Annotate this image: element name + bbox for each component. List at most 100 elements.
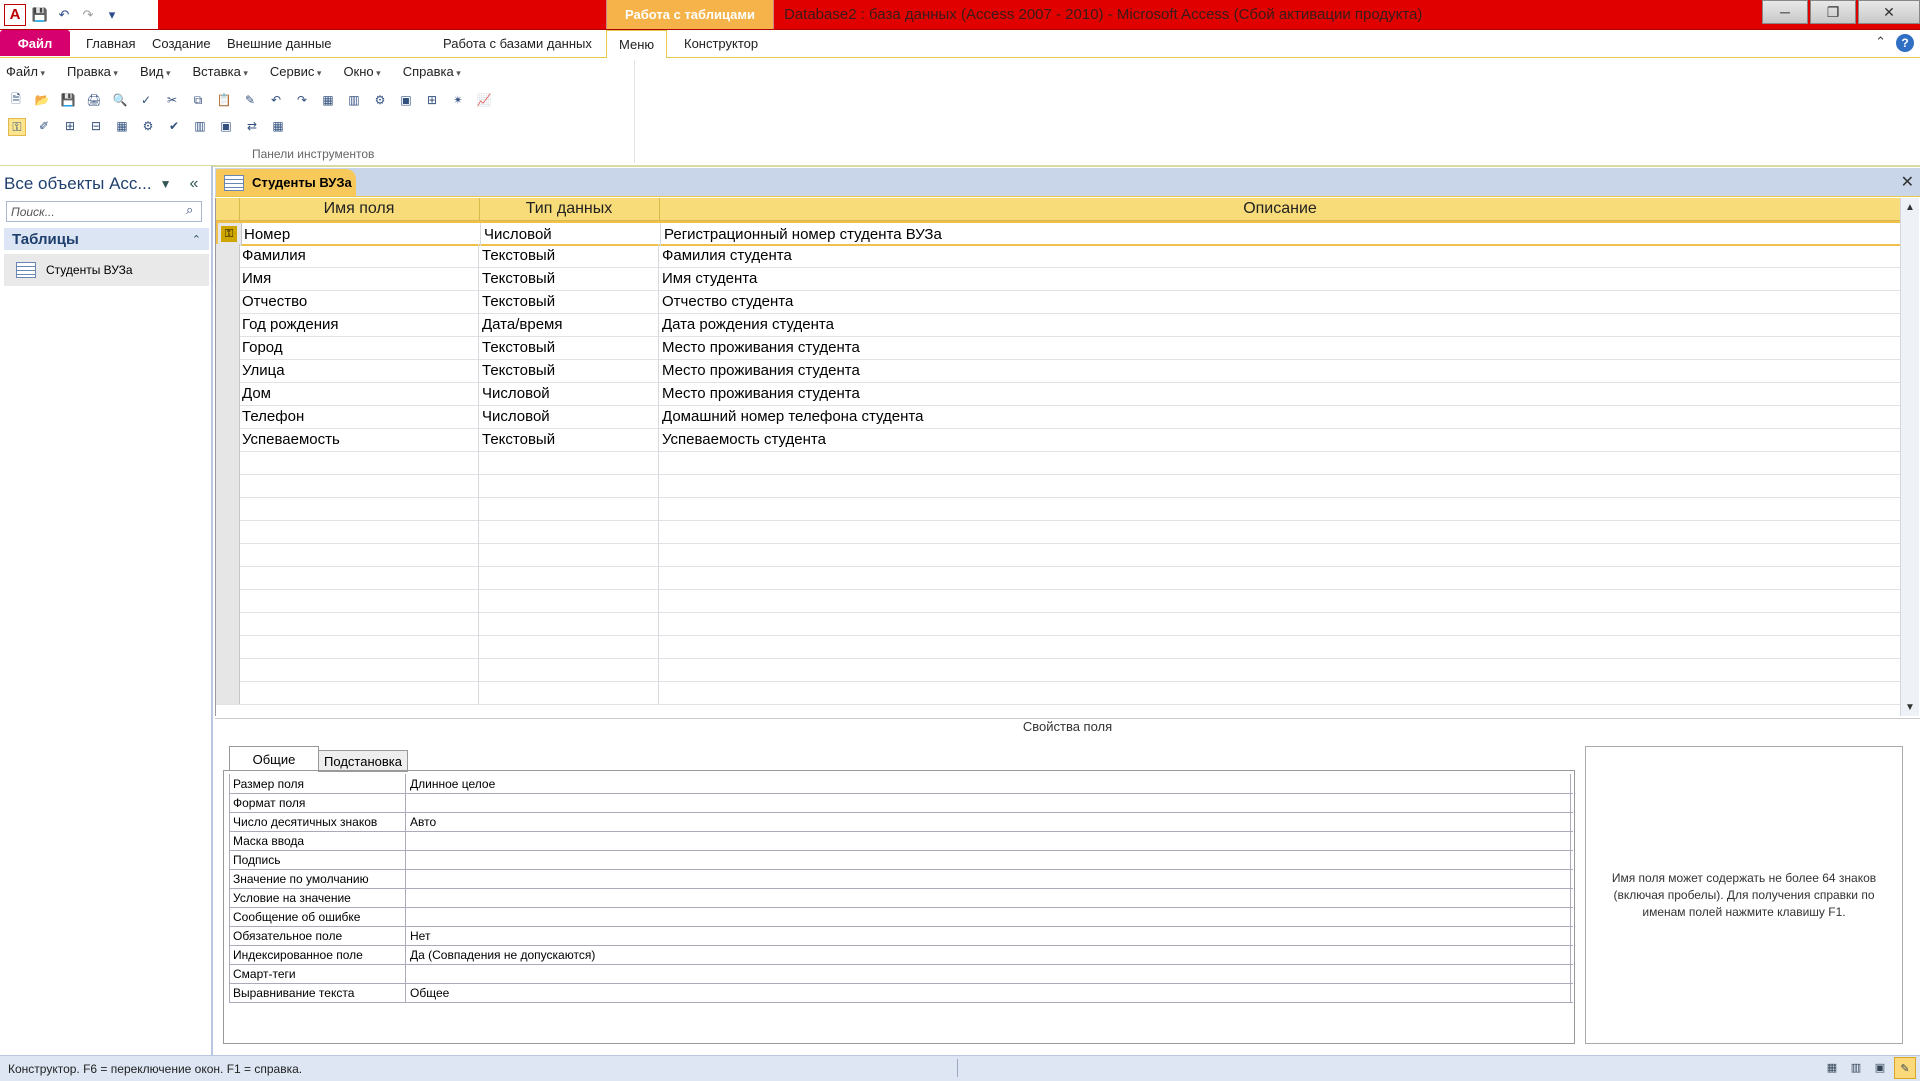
property-value[interactable] [407, 869, 1571, 888]
undo-icon[interactable]: ↶ [268, 92, 284, 108]
nav-group-tables[interactable]: Таблицы ⌃ [4, 228, 209, 250]
cell-description[interactable] [659, 566, 1901, 589]
office-links-icon[interactable]: ▦ [320, 92, 336, 108]
copy-icon[interactable]: ⧉ [190, 92, 206, 108]
cell-field-name[interactable] [239, 658, 479, 681]
cell-description[interactable] [659, 451, 1901, 474]
row-selector[interactable] [216, 382, 240, 405]
relationships-icon[interactable]: ⊞ [424, 92, 440, 108]
collapse-ribbon-icon[interactable]: ⌃ [1875, 34, 1886, 52]
cell-data-type[interactable]: Числовой [481, 223, 661, 246]
cell-description[interactable] [659, 589, 1901, 612]
cell-data-type[interactable] [479, 474, 659, 497]
property-row[interactable]: Подпись [229, 850, 1573, 870]
menu-tools[interactable]: Сервис [270, 64, 322, 79]
scroll-up-icon[interactable]: ▲ [1901, 198, 1919, 216]
access-logo-icon[interactable]: A [4, 3, 26, 26]
cell-field-name[interactable]: Успеваемость [239, 428, 479, 451]
cell-data-type[interactable] [479, 635, 659, 658]
cell-field-name[interactable]: Город [239, 336, 479, 359]
document-tab[interactable]: Студенты ВУЗа [216, 169, 356, 196]
cell-data-type[interactable] [479, 451, 659, 474]
pivot-chart-view-icon[interactable]: ▣ [1870, 1057, 1890, 1077]
row-selector[interactable] [216, 681, 240, 704]
cell-field-name[interactable]: Имя [239, 267, 479, 290]
datasheet-view-icon[interactable]: ▦ [1822, 1057, 1842, 1077]
cell-description[interactable]: Отчество студента [659, 290, 1901, 313]
cell-data-type[interactable] [479, 497, 659, 520]
row-selector[interactable] [216, 313, 240, 336]
cell-description[interactable] [659, 635, 1901, 658]
table-row[interactable]: Город Текстовый Место проживания студента [216, 336, 1901, 360]
properties-icon[interactable]: ▣ [398, 92, 414, 108]
vertical-scrollbar[interactable]: ▲ ▼ [1900, 198, 1919, 716]
lookup-icon[interactable]: ▦ [114, 118, 130, 134]
cell-description[interactable] [659, 497, 1901, 520]
row-selector[interactable] [216, 589, 240, 612]
nav-header[interactable]: Все объекты Acc... ▼ « [4, 170, 209, 198]
property-row[interactable]: Обязательное поле Нет [229, 926, 1573, 946]
nav-title[interactable]: Все объекты Acc... [4, 174, 152, 194]
cell-description[interactable] [659, 474, 1901, 497]
customize-qat-icon[interactable]: ▾ [102, 5, 122, 25]
property-row[interactable]: Условие на значение [229, 888, 1573, 908]
spelling-icon[interactable]: ✓ [138, 92, 154, 108]
property-value[interactable] [407, 850, 1571, 869]
maximize-button[interactable]: ❐ [1810, 0, 1856, 24]
cell-data-type[interactable] [479, 589, 659, 612]
cell-description[interactable] [659, 658, 1901, 681]
header-description[interactable]: Описание [659, 198, 1901, 220]
property-row[interactable]: Размер поля Длинное целое [229, 774, 1573, 794]
insert-rows-icon[interactable]: ⊞ [62, 118, 78, 134]
table-row[interactable] [216, 658, 1901, 682]
cell-description[interactable]: Дата рождения студента [659, 313, 1901, 336]
cell-data-type[interactable] [479, 658, 659, 681]
table-row[interactable] [216, 520, 1901, 544]
cell-field-name[interactable] [239, 520, 479, 543]
cell-description[interactable]: Место проживания студента [659, 336, 1901, 359]
row-selector[interactable] [216, 612, 240, 635]
table-row[interactable]: Дом Числовой Место проживания студента [216, 382, 1901, 406]
cell-field-name[interactable] [239, 681, 479, 704]
cell-field-name[interactable]: Номер [241, 223, 481, 246]
menu-edit[interactable]: Правка [67, 64, 118, 79]
indexes-icon[interactable]: ⚙ [140, 118, 156, 134]
table-row[interactable] [216, 635, 1901, 659]
pivot-table-view-icon[interactable]: ▥ [1846, 1057, 1866, 1077]
cell-data-type[interactable]: Текстовый [479, 359, 659, 382]
cell-description[interactable]: Место проживания студента [659, 382, 1901, 405]
delete-rows-icon[interactable]: ⊟ [88, 118, 104, 134]
cell-data-type[interactable] [479, 566, 659, 589]
table-row[interactable]: Улица Текстовый Место проживания студента [216, 359, 1901, 383]
cell-field-name[interactable] [239, 474, 479, 497]
row-selector[interactable] [216, 244, 240, 267]
property-row[interactable]: Сообщение об ошибке [229, 907, 1573, 927]
table-row[interactable]: Успеваемость Текстовый Успеваемость студен… [216, 428, 1901, 452]
header-data-type[interactable]: Тип данных [479, 198, 660, 220]
cell-field-name[interactable]: Дом [239, 382, 479, 405]
property-value[interactable] [407, 831, 1571, 850]
cell-data-type[interactable]: Текстовый [479, 290, 659, 313]
open-icon[interactable]: 📂 [34, 92, 50, 108]
row-selector[interactable] [216, 451, 240, 474]
row-selector[interactable] [216, 474, 240, 497]
property-value[interactable] [407, 793, 1571, 812]
row-selector[interactable] [216, 543, 240, 566]
dependencies-icon[interactable]: ⇄ [244, 118, 260, 134]
cell-description[interactable]: Успеваемость студента [659, 428, 1901, 451]
cell-field-name[interactable] [239, 451, 479, 474]
cell-field-name[interactable] [239, 497, 479, 520]
analyze-icon[interactable]: ▥ [346, 92, 362, 108]
table-row[interactable]: ⚿ Номер Числовой Регистрационный номер студ… [216, 221, 1905, 246]
cell-data-type[interactable]: Текстовый [479, 428, 659, 451]
table-row[interactable]: Телефон Числовой Домашний номер телефона с… [216, 405, 1901, 429]
tab-external-data[interactable]: Внешние данные [215, 30, 344, 56]
tab-file[interactable]: Файл [0, 30, 70, 56]
cell-field-name[interactable]: Улица [239, 359, 479, 382]
cell-data-type[interactable]: Текстовый [479, 244, 659, 267]
row-selector[interactable] [216, 405, 240, 428]
tab-home[interactable]: Главная [74, 30, 147, 56]
row-selector[interactable] [216, 336, 240, 359]
row-selector[interactable] [216, 566, 240, 589]
property-row[interactable]: Значение по умолчанию [229, 869, 1573, 889]
